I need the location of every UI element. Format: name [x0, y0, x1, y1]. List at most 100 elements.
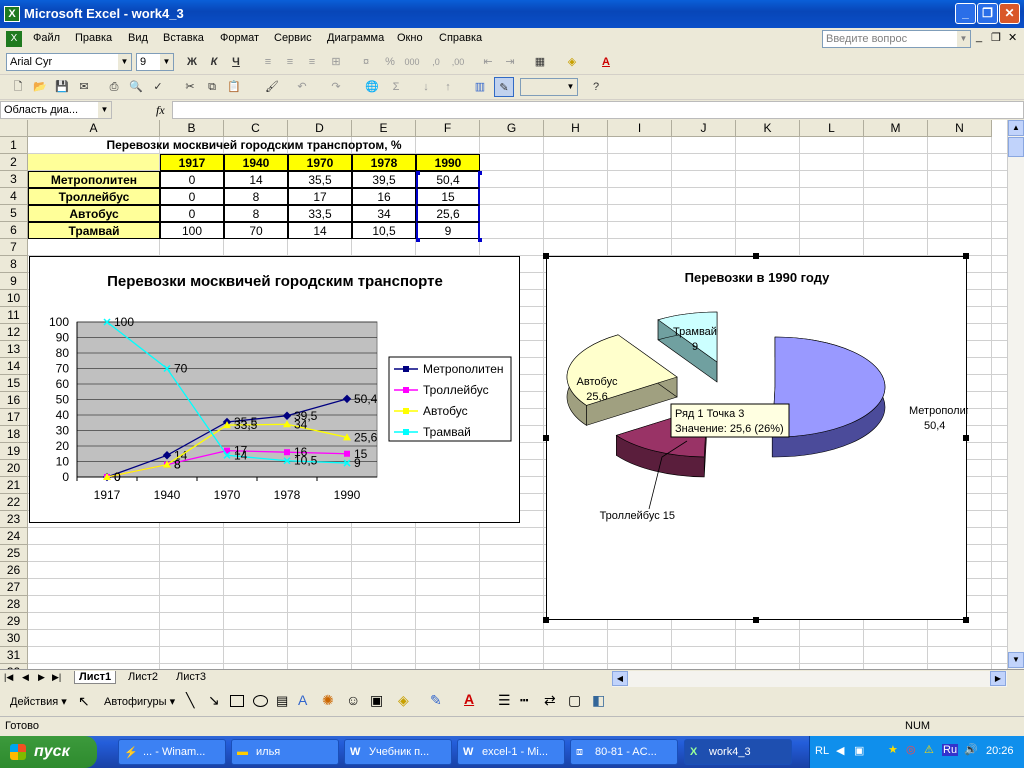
column-header-N[interactable]: N — [928, 120, 992, 137]
table-cell[interactable]: 50,4 — [416, 171, 480, 188]
column-header-F[interactable]: F — [416, 120, 480, 137]
table-cell[interactable]: 10,5 — [352, 222, 416, 239]
chart-selection-handle[interactable] — [543, 435, 549, 441]
table-cell[interactable]: 33,5 — [288, 205, 352, 222]
row-header[interactable]: 16 — [0, 392, 28, 409]
row-header[interactable]: 18 — [0, 426, 28, 443]
align-left-icon[interactable]: ≡ — [258, 52, 278, 72]
tray-collapse-icon[interactable]: ◀ — [836, 744, 844, 757]
doc-close-button[interactable]: ✕ — [1008, 31, 1017, 44]
arrow-icon[interactable]: ↘ — [208, 692, 220, 709]
decrease-decimal-icon[interactable]: ,00 — [448, 52, 468, 72]
fill-color-icon[interactable]: ◈ — [398, 692, 409, 709]
chart-selection-handle[interactable] — [753, 253, 759, 259]
permission-icon[interactable]: ✉ — [74, 77, 94, 97]
align-center-icon[interactable]: ≡ — [280, 52, 300, 72]
row-header[interactable]: 12 — [0, 324, 28, 341]
row-header[interactable]: 17 — [0, 409, 28, 426]
chart-selection-handle[interactable] — [963, 617, 969, 623]
chevron-down-icon[interactable]: ▼ — [118, 54, 131, 70]
row-header[interactable]: 25 — [0, 545, 28, 562]
column-header-B[interactable]: B — [160, 120, 224, 137]
merge-icon[interactable]: ⊞ — [326, 52, 346, 72]
prev-sheet-icon[interactable]: ◀ — [22, 672, 29, 683]
table-cell[interactable]: 8 — [224, 188, 288, 205]
help-icon[interactable]: ? — [586, 77, 606, 97]
name-box[interactable]: Область диа... ▼ — [0, 101, 112, 119]
chevron-down-icon[interactable]: ▼ — [957, 31, 970, 47]
row-header[interactable]: 10 — [0, 290, 28, 307]
scroll-right-button[interactable]: ▶ — [990, 671, 1006, 686]
scroll-up-button[interactable]: ▲ — [1008, 120, 1024, 136]
menu-chart[interactable]: Диаграмма — [327, 32, 384, 44]
picture-icon[interactable]: ▣ — [370, 692, 383, 709]
row-header[interactable]: 6 — [0, 222, 28, 239]
row-header[interactable]: 31 — [0, 647, 28, 664]
chart-selection-handle[interactable] — [543, 253, 549, 259]
row-header[interactable]: 21 — [0, 477, 28, 494]
row-header[interactable]: 27 — [0, 579, 28, 596]
row-header[interactable]: 26 — [0, 562, 28, 579]
table-cell[interactable]: 0 — [160, 205, 224, 222]
year-header[interactable]: 1940 — [224, 154, 288, 171]
table-cell[interactable]: 0 — [160, 171, 224, 188]
menu-tools[interactable]: Сервис — [274, 32, 312, 44]
row-label[interactable]: Троллейбус — [28, 188, 160, 205]
align-right-icon[interactable]: ≡ — [302, 52, 322, 72]
scroll-left-button[interactable]: ◀ — [612, 671, 628, 686]
column-header-C[interactable]: C — [224, 120, 288, 137]
row-header[interactable]: 29 — [0, 613, 28, 630]
paste-icon[interactable]: 📋 — [224, 77, 244, 97]
menu-window[interactable]: Окно — [397, 32, 423, 44]
table-cell[interactable]: 70 — [224, 222, 288, 239]
table-cell[interactable]: 25,6 — [416, 205, 480, 222]
fx-icon[interactable]: fx — [156, 103, 165, 118]
redo-icon[interactable]: ↷ — [326, 77, 346, 97]
line-chart[interactable]: Перевозки москвичей городским транспорте… — [29, 256, 520, 523]
table-cell[interactable]: 34 — [352, 205, 416, 222]
cut-icon[interactable]: ✂ — [180, 77, 200, 97]
table-cell[interactable]: 35,5 — [288, 171, 352, 188]
increase-decimal-icon[interactable]: ,0 — [426, 52, 446, 72]
row-header[interactable]: 19 — [0, 443, 28, 460]
formula-input[interactable] — [172, 101, 1024, 119]
sheet-tab-1[interactable]: Лист1 — [74, 671, 117, 684]
scroll-down-button[interactable]: ▼ — [1008, 652, 1024, 668]
drawing-icon[interactable]: ✎ — [494, 77, 514, 97]
column-header-L[interactable]: L — [800, 120, 864, 137]
print-preview-icon[interactable]: 🔍 — [126, 77, 146, 97]
column-header-A[interactable]: A — [28, 120, 160, 137]
indent-icon[interactable]: ⇥ — [500, 52, 520, 72]
start-button[interactable]: пуск — [0, 736, 97, 768]
last-sheet-icon[interactable]: ▶| — [52, 672, 61, 683]
thousands-icon[interactable]: 000 — [402, 52, 422, 72]
print-icon[interactable]: ⎙ — [104, 77, 124, 97]
column-header-J[interactable]: J — [672, 120, 736, 137]
clipart-icon[interactable]: ☺ — [346, 692, 360, 708]
outdent-icon[interactable]: ⇤ — [478, 52, 498, 72]
doc-restore-button[interactable]: ❐ — [991, 31, 1001, 44]
underline-button[interactable]: Ч — [226, 52, 246, 72]
autoshapes-menu[interactable]: Автофигуры ▾ — [104, 695, 175, 708]
menu-insert[interactable]: Вставка — [163, 32, 204, 44]
menu-format[interactable]: Формат — [220, 32, 259, 44]
sort-desc-icon[interactable]: ↑ — [438, 77, 458, 97]
row-header[interactable]: 2 — [0, 154, 28, 171]
chart-selection-handle[interactable] — [543, 617, 549, 623]
row-header[interactable]: 22 — [0, 494, 28, 511]
table-cell[interactable]: 39,5 — [352, 171, 416, 188]
actions-menu[interactable]: Действия ▾ — [10, 695, 67, 708]
row-header[interactable]: 20 — [0, 460, 28, 477]
next-sheet-icon[interactable]: ▶ — [38, 672, 45, 683]
table-cell[interactable]: 9 — [416, 222, 480, 239]
row-label[interactable]: Трамвай — [28, 222, 160, 239]
first-sheet-icon[interactable]: |◀ — [4, 672, 13, 683]
sort-asc-icon[interactable]: ↓ — [416, 77, 436, 97]
sheet-tab-3[interactable]: Лист3 — [172, 671, 210, 683]
table-cell[interactable]: 8 — [224, 205, 288, 222]
menu-view[interactable]: Вид — [128, 32, 148, 44]
currency-icon[interactable]: ¤ — [356, 52, 376, 72]
column-header-K[interactable]: K — [736, 120, 800, 137]
line-icon[interactable]: ╲ — [186, 692, 194, 709]
row-header[interactable]: 9 — [0, 273, 28, 290]
